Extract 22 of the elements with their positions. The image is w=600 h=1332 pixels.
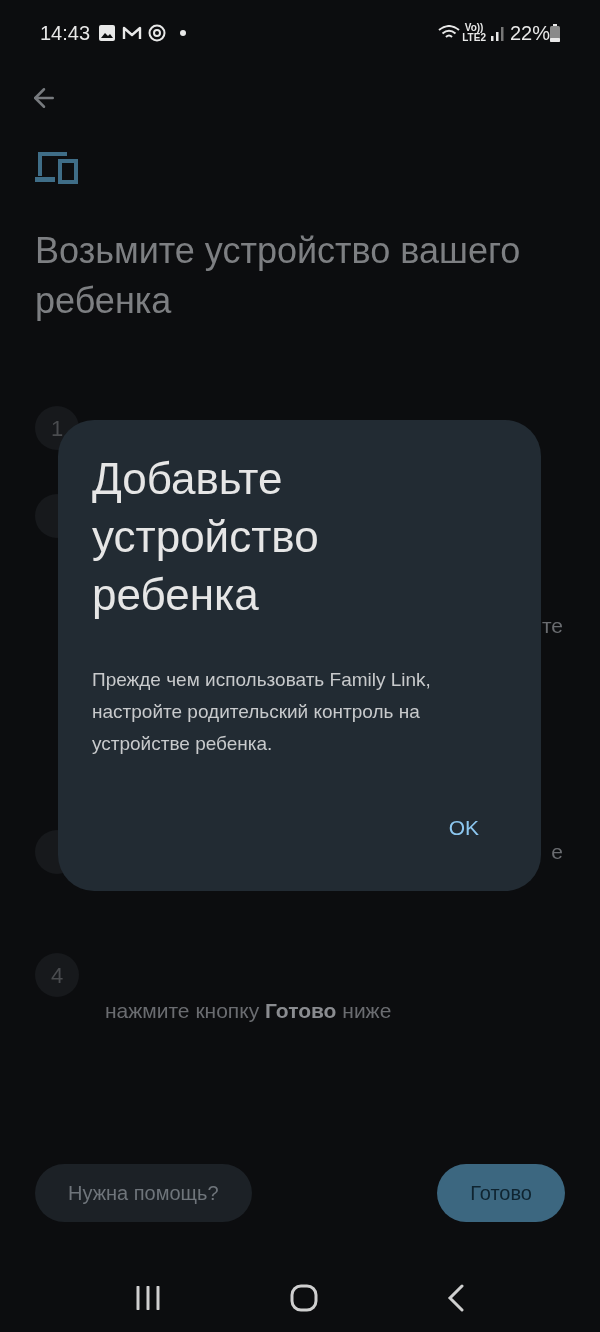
devices-icon bbox=[35, 150, 79, 184]
home-icon[interactable] bbox=[290, 1284, 318, 1312]
status-time: 14:43 bbox=[40, 21, 91, 46]
target-icon bbox=[148, 24, 167, 42]
step-text: е bbox=[551, 839, 563, 866]
done-button[interactable]: Готово bbox=[437, 1164, 565, 1222]
step-text: те bbox=[541, 613, 563, 639]
back-icon[interactable] bbox=[447, 1284, 466, 1312]
signal-icon bbox=[489, 25, 506, 41]
lte-label: LTE2 bbox=[462, 33, 486, 43]
page-title: Возьмите устройство вашего ребенка bbox=[35, 229, 522, 323]
battery-icon bbox=[550, 24, 560, 42]
dialog-title: Добавьте устройство ребенка bbox=[92, 453, 320, 621]
dialog-body: Прежде чем использовать Family Link, настройте родительский контроль на устройстве ребенка. bbox=[92, 668, 432, 756]
volte-label: Vo)) bbox=[464, 23, 484, 33]
ok-button[interactable]: OK bbox=[434, 804, 493, 852]
battery-percent: 22% bbox=[509, 21, 550, 46]
step-text: нажмите кнопку Готово ниже bbox=[105, 998, 393, 1024]
recent-apps-icon[interactable] bbox=[134, 1286, 161, 1310]
mail-icon bbox=[122, 25, 143, 41]
help-button[interactable]: Нужна помощь? bbox=[35, 1164, 252, 1222]
image-icon bbox=[98, 24, 117, 42]
